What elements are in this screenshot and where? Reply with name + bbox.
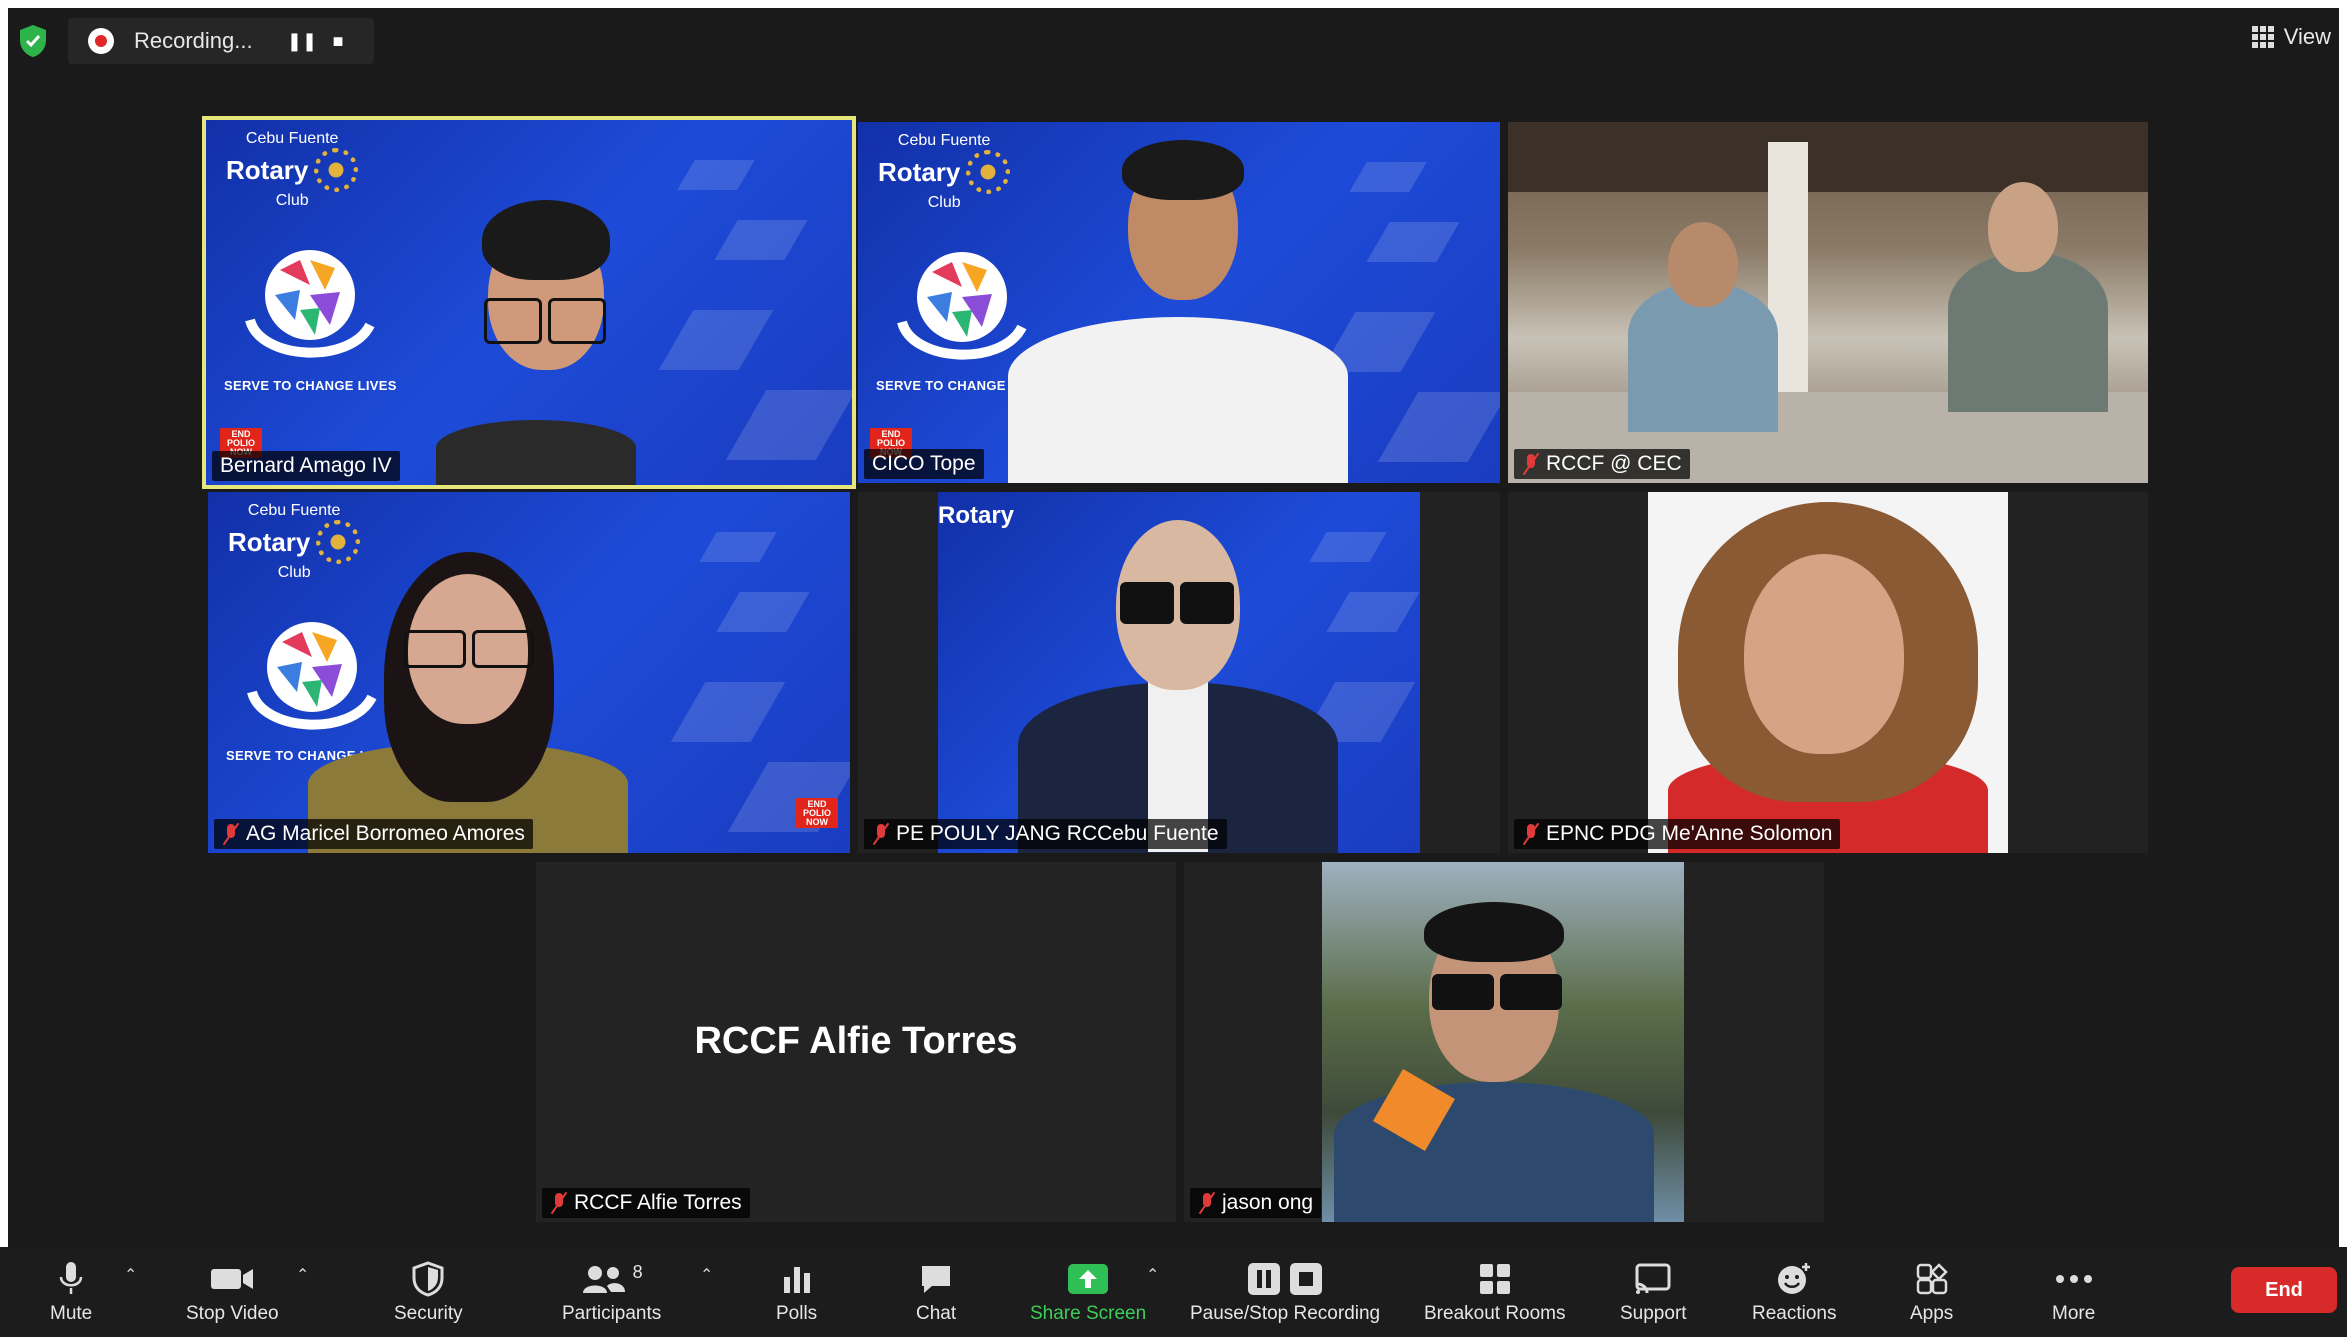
pause-icon [1248, 1263, 1281, 1295]
rotary-wheel-icon [314, 148, 359, 192]
stop-video-button[interactable]: Stop Video [186, 1259, 279, 1325]
participant-name-tag: CICO Tope [864, 449, 984, 479]
mic-muted-icon [872, 823, 890, 845]
pause-recording-button[interactable]: ❚❚ [284, 23, 320, 59]
participant-name-tag: RCCF @ CEC [1514, 449, 1690, 479]
video-camera-icon [211, 1269, 254, 1289]
recording-indicator: Recording... ❚❚ ■ [68, 18, 374, 64]
support-button[interactable]: Support [1620, 1259, 1687, 1325]
mic-muted-icon [1522, 823, 1540, 845]
video-tile-alfie-torres[interactable]: RCCF Alfie Torres RCCF Alfie Torres [536, 862, 1176, 1222]
microphone-icon [59, 1262, 83, 1294]
breakout-rooms-button[interactable]: Breakout Rooms [1424, 1259, 1566, 1325]
video-tile-bernard[interactable]: Cebu Fuente Rotary Club SERVE TO CHANGE … [202, 116, 856, 489]
video-tile-meanne-solomon[interactable]: EPNC PDG Me'Anne Solomon [1508, 492, 2148, 853]
video-tile-rccf-cec[interactable]: RCCF @ CEC [1508, 122, 2148, 483]
security-shield-icon [412, 1261, 444, 1297]
mic-muted-icon [222, 823, 240, 845]
reactions-button[interactable]: Reactions [1752, 1259, 1837, 1325]
video-tile-cico-tope[interactable]: Cebu Fuente Rotary Club SERVE TO CHANGE … [858, 122, 1500, 483]
video-options-caret-icon[interactable]: ⌃ [296, 1265, 309, 1285]
rotary-wheel-icon [966, 150, 1011, 194]
participants-button[interactable]: 8 Participants [562, 1259, 661, 1325]
video-tile-pouly-jang[interactable]: Rotary PE POULY JANG RCCebu Fuente [858, 492, 1500, 853]
participant-name-tag: Bernard Amago IV [212, 451, 400, 481]
more-ellipsis-icon [2055, 1275, 2092, 1283]
participant-name-tag: RCCF Alfie Torres [542, 1188, 750, 1218]
participant-name-tag: AG Maricel Borromeo Amores [214, 819, 533, 849]
participants-icon [582, 1266, 625, 1293]
recording-label: Recording... [134, 28, 253, 53]
end-polio-badge: END POLIO NOW [796, 798, 838, 828]
mute-button[interactable]: Mute [50, 1259, 92, 1325]
participant-name-placeholder: RCCF Alfie Torres [694, 1020, 1018, 1062]
mic-muted-icon [550, 1192, 568, 1214]
polls-icon [783, 1267, 810, 1293]
globe-hand-icon [245, 250, 375, 358]
mic-muted-icon [1522, 453, 1540, 475]
chat-bubble-icon [922, 1266, 951, 1293]
support-screen-icon [1635, 1263, 1671, 1294]
stop-recording-button[interactable]: ■ [320, 23, 356, 59]
participant-name-tag: EPNC PDG Me'Anne Solomon [1514, 819, 1841, 849]
pause-stop-recording-button[interactable]: Pause/Stop Recording [1190, 1259, 1380, 1325]
video-tile-maricel[interactable]: Cebu Fuente Rotary Club SERVE TO CHANGE … [208, 492, 850, 853]
reactions-smiley-icon [1778, 1263, 1811, 1294]
participants-options-caret-icon[interactable]: ⌃ [700, 1265, 713, 1285]
share-options-caret-icon[interactable]: ⌃ [1146, 1265, 1159, 1285]
breakout-rooms-icon [1479, 1264, 1510, 1294]
rotary-wheel-icon [316, 520, 361, 564]
share-screen-button[interactable]: Share Screen [1030, 1259, 1146, 1325]
mic-muted-icon [1198, 1192, 1216, 1214]
recording-dot-icon [88, 28, 114, 54]
rotary-club-logo: Cebu Fuente Rotary Club [878, 132, 1011, 212]
meeting-toolbar: Mute ⌃ Stop Video ⌃ Security 8 Participa… [0, 1247, 2347, 1337]
encryption-shield-icon[interactable] [18, 24, 48, 58]
globe-hand-icon [897, 252, 1027, 360]
globe-hand-icon [247, 622, 377, 730]
participant-name-tag: PE POULY JANG RCCebu Fuente [864, 819, 1227, 849]
end-meeting-button[interactable]: End [2231, 1267, 2337, 1313]
rotary-club-logo: Cebu Fuente Rotary Club [226, 130, 359, 210]
apps-button[interactable]: Apps [1910, 1259, 1953, 1325]
share-screen-icon [1068, 1264, 1109, 1294]
grid-view-icon [2251, 26, 2274, 48]
chat-button[interactable]: Chat [916, 1259, 956, 1325]
audio-options-caret-icon[interactable]: ⌃ [124, 1265, 137, 1285]
rotary-club-logo: Cebu Fuente Rotary Club [228, 502, 361, 582]
security-button[interactable]: Security [394, 1259, 463, 1325]
participant-name-tag: jason ong [1190, 1188, 1322, 1218]
participants-count: 8 [632, 1261, 643, 1282]
polls-button[interactable]: Polls [776, 1259, 817, 1325]
video-tile-jason-ong[interactable]: jason ong [1184, 862, 1824, 1222]
more-button[interactable]: More [2052, 1259, 2095, 1325]
view-label: View [2283, 24, 2331, 49]
stop-icon [1290, 1263, 1323, 1295]
apps-icon [1916, 1263, 1948, 1295]
view-button[interactable]: View [2251, 24, 2331, 50]
